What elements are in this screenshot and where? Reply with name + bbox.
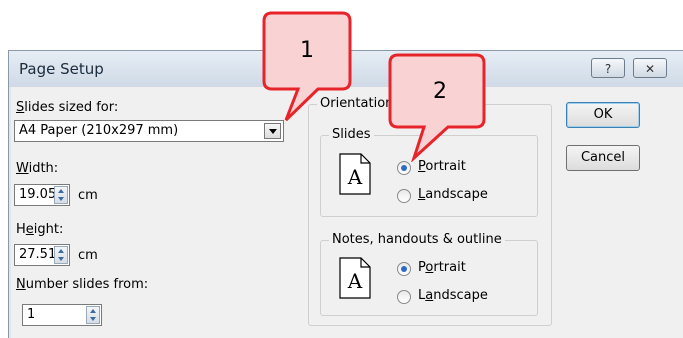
callout-1 <box>262 11 352 122</box>
chevron-down-icon[interactable] <box>264 123 281 139</box>
svg-text:A: A <box>347 165 363 189</box>
spinner-arrows-icon[interactable] <box>54 186 68 204</box>
close-button[interactable]: ✕ <box>633 58 667 78</box>
cancel-button[interactable]: Cancel <box>566 145 640 171</box>
height-spinner[interactable]: 27.51 <box>14 244 70 266</box>
notes-portrait-radio[interactable] <box>397 262 411 276</box>
page-portrait-icon: A <box>339 257 371 299</box>
spinner-arrows-icon[interactable] <box>86 306 100 324</box>
notes-landscape-label[interactable]: Landscape <box>418 288 488 303</box>
height-value: 27.51 <box>19 247 57 262</box>
notes-landscape-radio[interactable] <box>397 290 411 304</box>
slides-group-label: Slides <box>329 127 374 142</box>
ok-button[interactable]: OK <box>566 102 640 128</box>
height-label: Height: <box>16 222 64 237</box>
width-unit: cm <box>78 188 98 203</box>
width-spinner[interactable]: 19.05 <box>14 184 70 206</box>
number-slides-from-label: Number slides from: <box>16 277 149 292</box>
dialog-title: Page Setup <box>19 60 104 78</box>
slides-sized-for-value: A4 Paper (210x297 mm) <box>19 123 179 138</box>
slides-landscape-radio[interactable] <box>397 189 411 203</box>
svg-text:A: A <box>347 269 363 293</box>
help-button[interactable]: ? <box>591 58 625 78</box>
number-slides-from-value: 1 <box>27 307 36 322</box>
page-portrait-icon: A <box>339 153 371 195</box>
callout-2-number: 2 <box>433 79 447 104</box>
slides-portrait-radio[interactable] <box>397 161 411 175</box>
slides-sized-for-label: Slides sized for: <box>16 100 119 115</box>
slides-sized-for-select[interactable]: A4 Paper (210x297 mm) <box>14 120 284 142</box>
slides-landscape-label[interactable]: Landscape <box>418 187 488 202</box>
callout-2 <box>388 53 486 162</box>
notes-group-label: Notes, handouts & outline <box>329 232 505 247</box>
spinner-arrows-icon[interactable] <box>54 246 68 264</box>
width-value: 19.05 <box>19 187 57 202</box>
number-slides-from-spinner[interactable]: 1 <box>22 304 102 326</box>
callout-1-number: 1 <box>300 38 314 63</box>
notes-portrait-label[interactable]: Portrait <box>418 260 466 275</box>
width-label: Width: <box>16 161 59 176</box>
height-unit: cm <box>78 248 98 263</box>
